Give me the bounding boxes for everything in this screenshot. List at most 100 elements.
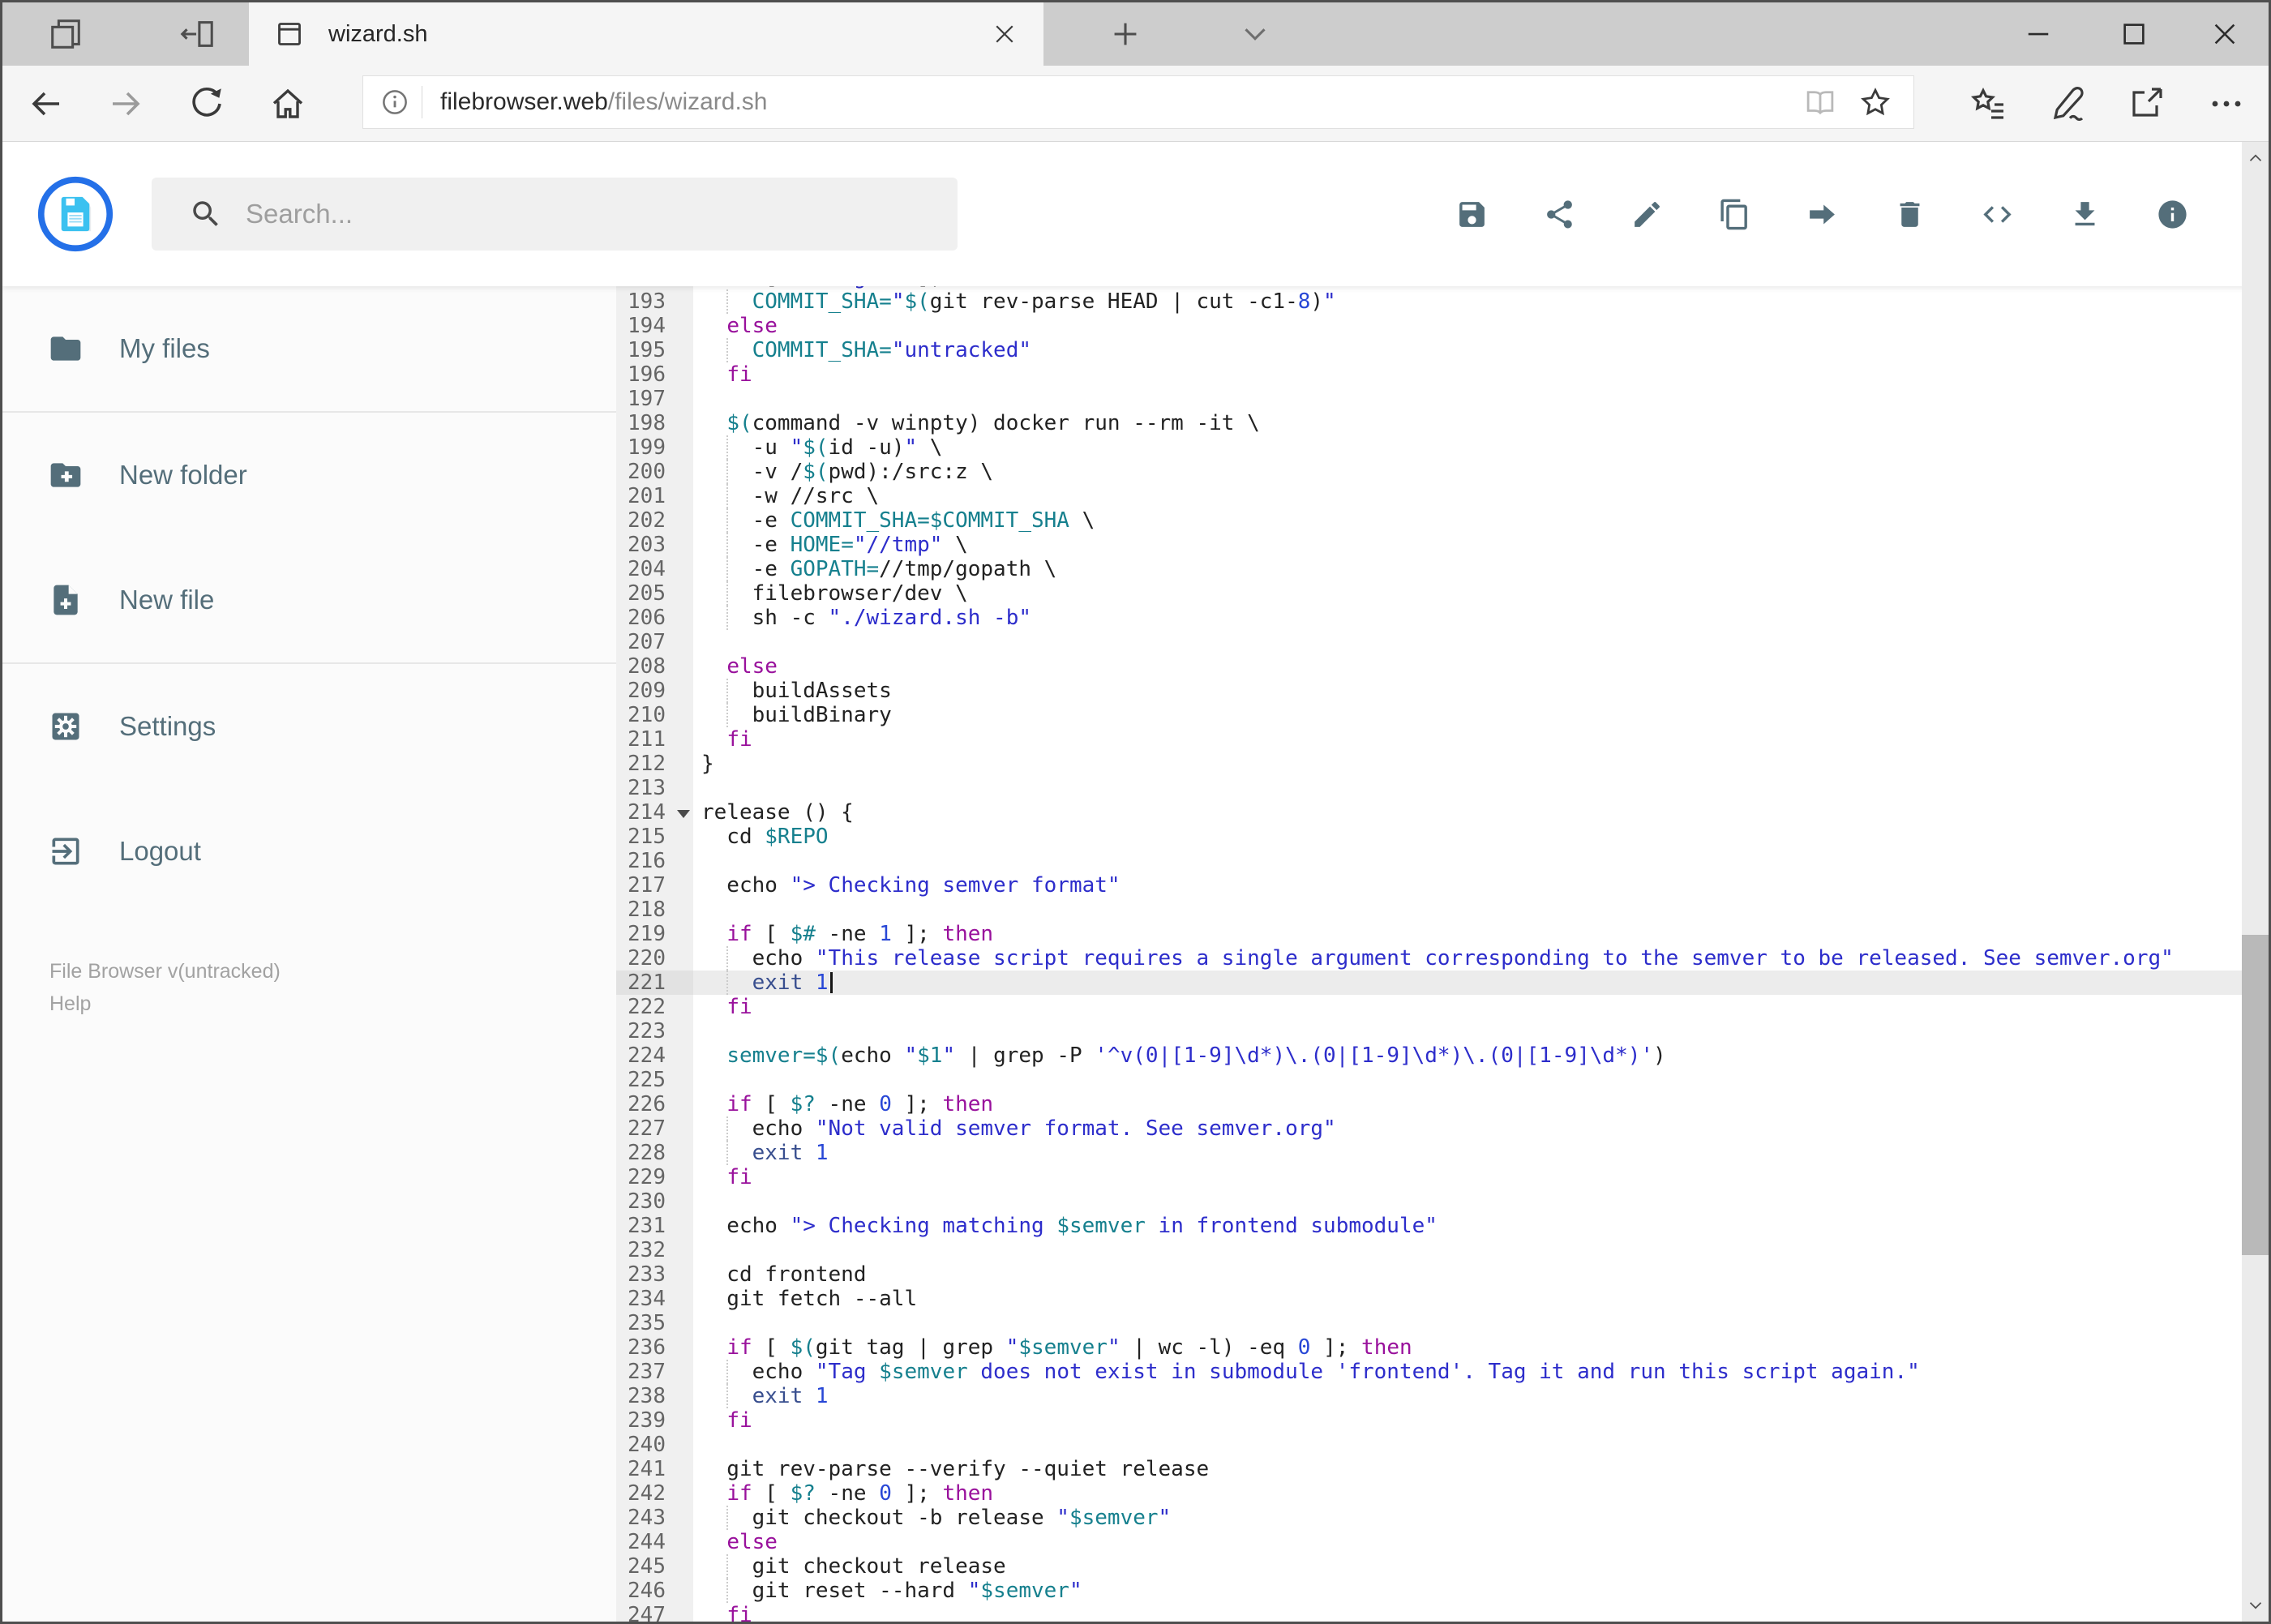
code-line[interactable]: 220 echo "This release script requires a… bbox=[616, 946, 2242, 971]
code-line[interactable]: 196 fi bbox=[616, 362, 2242, 387]
share-button[interactable] bbox=[1543, 198, 1576, 231]
code-line[interactable]: 209 buildAssets bbox=[616, 679, 2242, 703]
download-button[interactable] bbox=[2068, 198, 2102, 231]
code-line[interactable]: 210 buildBinary bbox=[616, 703, 2242, 727]
code-line[interactable]: 239 fi bbox=[616, 1408, 2242, 1433]
code-line[interactable]: 217 echo "> Checking semver format" bbox=[616, 873, 2242, 898]
download-icon bbox=[2068, 198, 2102, 231]
code-line[interactable]: 219 if [ $# -ne 1 ]; then bbox=[616, 922, 2242, 946]
scroll-down-icon[interactable] bbox=[2242, 1589, 2269, 1622]
code-line[interactable]: 236 if [ $(git tag | grep "$semver" | wc… bbox=[616, 1335, 2242, 1360]
code-line[interactable]: 197 bbox=[616, 387, 2242, 411]
back-button[interactable] bbox=[27, 84, 66, 123]
code-line[interactable]: 231 echo "> Checking matching $semver in… bbox=[616, 1214, 2242, 1238]
move-button[interactable] bbox=[1806, 198, 1839, 231]
scrollbar-thumb[interactable] bbox=[2242, 935, 2269, 1255]
code-line[interactable]: 212} bbox=[616, 752, 2242, 776]
code-line[interactable]: 244 else bbox=[616, 1530, 2242, 1554]
code-line[interactable]: 213 bbox=[616, 776, 2242, 800]
annotate-pen-icon[interactable] bbox=[2050, 84, 2089, 123]
code-line[interactable]: 208 else bbox=[616, 654, 2242, 679]
help-link[interactable]: Help bbox=[49, 988, 281, 1020]
copy-button[interactable] bbox=[1718, 198, 1751, 231]
code-editor[interactable]: 192 if [ -d ".git" ]; then193 COMMIT_SHA… bbox=[616, 286, 2242, 1622]
new-tab-icon[interactable] bbox=[1107, 15, 1144, 53]
code-line[interactable]: 224 semver=$(echo "$1" | grep -P '^v(0|[… bbox=[616, 1043, 2242, 1068]
code-line[interactable]: 226 if [ $? -ne 0 ]; then bbox=[616, 1092, 2242, 1116]
code-line[interactable]: 247 fi bbox=[616, 1603, 2242, 1622]
sidebar-item-my-files[interactable]: My files bbox=[2, 286, 616, 411]
share-page-icon[interactable] bbox=[2127, 84, 2166, 123]
code-line[interactable]: 237 echo "Tag $semver does not exist in … bbox=[616, 1360, 2242, 1384]
browser-tab[interactable]: wizard.sh bbox=[249, 2, 1043, 66]
close-window-button[interactable] bbox=[2208, 17, 2242, 51]
code-line[interactable]: 221 exit 1 bbox=[616, 971, 2242, 995]
scroll-up-icon[interactable] bbox=[2242, 142, 2269, 174]
code-line[interactable]: 243 git checkout -b release "$semver" bbox=[616, 1506, 2242, 1530]
code-line[interactable]: 240 bbox=[616, 1433, 2242, 1457]
set-tabs-aside-icon[interactable] bbox=[178, 15, 216, 53]
code-line[interactable]: 238 exit 1 bbox=[616, 1384, 2242, 1408]
info-button[interactable] bbox=[2156, 198, 2189, 231]
code-line[interactable]: 246 git reset --hard "$semver" bbox=[616, 1579, 2242, 1603]
search-input[interactable] bbox=[244, 198, 896, 230]
sidebar-item-new-folder[interactable]: New folder bbox=[2, 413, 616, 538]
code-line[interactable]: 200 -v /$(pwd):/src:z \ bbox=[616, 460, 2242, 484]
page-scrollbar[interactable] bbox=[2242, 142, 2269, 1622]
code-line[interactable]: 241 git rev-parse --verify --quiet relea… bbox=[616, 1457, 2242, 1481]
raw-code-button[interactable] bbox=[1981, 198, 2014, 231]
code-line[interactable]: 206 sh -c "./wizard.sh -b" bbox=[616, 606, 2242, 630]
site-info-icon[interactable] bbox=[379, 87, 410, 118]
code-line[interactable]: 230 bbox=[616, 1189, 2242, 1214]
code-line[interactable]: 225 bbox=[616, 1068, 2242, 1092]
code-line[interactable]: 205 filebrowser/dev \ bbox=[616, 581, 2242, 606]
code-line[interactable]: 194 else bbox=[616, 314, 2242, 338]
save-button[interactable] bbox=[1455, 198, 1489, 231]
code-line[interactable]: 227 echo "Not valid semver format. See s… bbox=[616, 1116, 2242, 1141]
code-line[interactable]: 211 fi bbox=[616, 727, 2242, 752]
code-line[interactable]: 222 fi bbox=[616, 995, 2242, 1019]
code-line[interactable]: 245 git checkout release bbox=[616, 1554, 2242, 1579]
code-line[interactable]: 201 -w //src \ bbox=[616, 484, 2242, 508]
code-line[interactable]: 216 bbox=[616, 849, 2242, 873]
code-line[interactable]: 242 if [ $? -ne 0 ]; then bbox=[616, 1481, 2242, 1506]
rename-button[interactable] bbox=[1630, 198, 1664, 231]
more-options-icon[interactable] bbox=[2207, 84, 2246, 123]
code-line[interactable]: 233 cd frontend bbox=[616, 1262, 2242, 1287]
code-line[interactable]: 232 bbox=[616, 1238, 2242, 1262]
tab-list-chevron-icon[interactable] bbox=[1236, 15, 1274, 53]
sidebar-item-new-file[interactable]: New file bbox=[2, 538, 616, 662]
code-line[interactable]: 202 -e COMMIT_SHA=$COMMIT_SHA \ bbox=[616, 508, 2242, 533]
address-bar[interactable]: filebrowser.web/files/wizard.sh bbox=[362, 75, 1914, 129]
favorite-star-icon[interactable] bbox=[1858, 85, 1892, 119]
sidebar-item-logout[interactable]: Logout bbox=[2, 789, 616, 914]
code-line[interactable]: 215 cd $REPO bbox=[616, 825, 2242, 849]
code-line[interactable]: 195 COMMIT_SHA="untracked" bbox=[616, 338, 2242, 362]
code-line[interactable]: 228 exit 1 bbox=[616, 1141, 2242, 1165]
code-line[interactable]: 214 release () { bbox=[616, 800, 2242, 825]
code-line[interactable]: 229 fi bbox=[616, 1165, 2242, 1189]
line-number: 239 bbox=[616, 1408, 693, 1433]
code-line[interactable]: 207 bbox=[616, 630, 2242, 654]
forward-button[interactable] bbox=[106, 84, 145, 123]
tab-close-icon[interactable] bbox=[990, 19, 1019, 49]
code-line[interactable]: 235 bbox=[616, 1311, 2242, 1335]
code-line[interactable]: 198 $(command -v winpty) docker run --rm… bbox=[616, 411, 2242, 435]
code-line[interactable]: 204 -e GOPATH=//tmp/gopath \ bbox=[616, 557, 2242, 581]
delete-button[interactable] bbox=[1893, 198, 1926, 231]
code-line[interactable]: 218 bbox=[616, 898, 2242, 922]
sidebar-item-settings[interactable]: Settings bbox=[2, 664, 616, 789]
reading-view-icon[interactable] bbox=[1803, 85, 1837, 119]
maximize-button[interactable] bbox=[2117, 17, 2151, 51]
code-line[interactable]: 193 COMMIT_SHA="$(git rev-parse HEAD | c… bbox=[616, 289, 2242, 314]
code-line[interactable]: 234 git fetch --all bbox=[616, 1287, 2242, 1311]
fold-arrow-icon[interactable] bbox=[677, 810, 690, 818]
hub-favorites-icon[interactable] bbox=[1969, 84, 2008, 123]
code-line[interactable]: 223 bbox=[616, 1019, 2242, 1043]
home-button[interactable] bbox=[268, 84, 307, 123]
refresh-button[interactable] bbox=[187, 84, 226, 123]
code-line[interactable]: 203 -e HOME="//tmp" \ bbox=[616, 533, 2242, 557]
tab-preview-icon[interactable] bbox=[47, 15, 84, 53]
minimize-button[interactable] bbox=[2021, 17, 2055, 51]
code-line[interactable]: 199 -u "$(id -u)" \ bbox=[616, 435, 2242, 460]
